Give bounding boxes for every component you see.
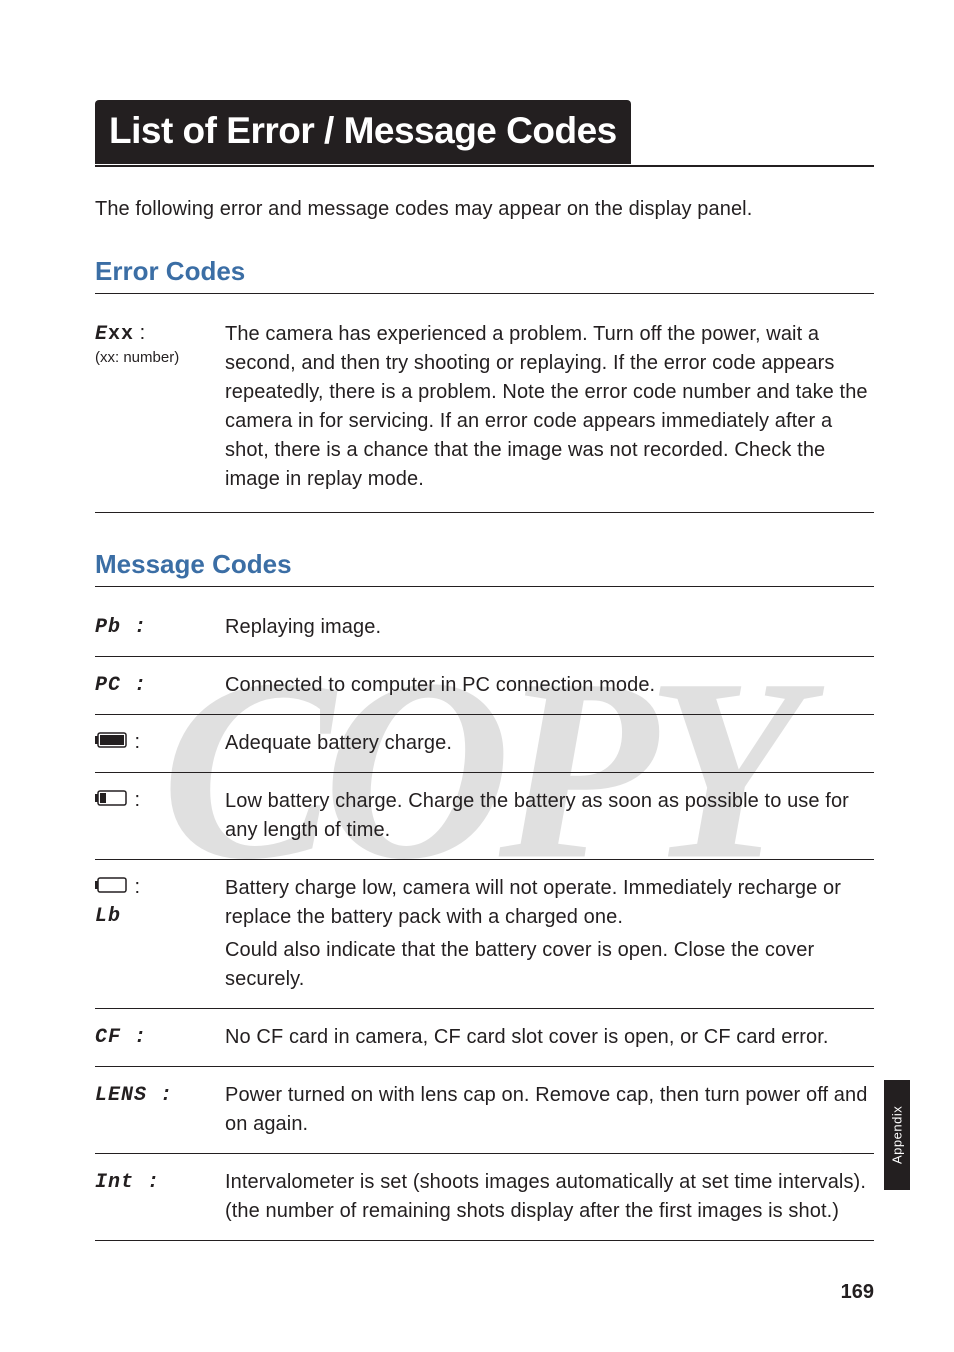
battery-empty-icon xyxy=(95,874,129,901)
page-title-wrap: List of Error / Message Codes xyxy=(95,100,874,167)
colon: : xyxy=(129,876,140,898)
message-desc: Low battery charge. Charge the battery a… xyxy=(225,787,874,845)
seg-code: CF : xyxy=(95,1026,147,1049)
table-row: Int : Intervalometer is set (shoots imag… xyxy=(95,1154,874,1241)
colon: : xyxy=(129,731,140,753)
intro-text: The following error and message codes ma… xyxy=(95,195,874,224)
error-code: Exx xyxy=(95,323,134,346)
message-code-cell: : Lb xyxy=(95,874,225,994)
message-code-cell: Pb : xyxy=(95,613,225,642)
message-desc-line2: Could also indicate that the battery cov… xyxy=(225,936,874,994)
message-desc-line1: Battery charge low, camera will not oper… xyxy=(225,877,841,928)
title-rule xyxy=(95,165,874,167)
page-number: 169 xyxy=(841,1281,874,1304)
table-row: : Adequate battery charge. xyxy=(95,715,874,773)
table-row: LENS : Power turned on with lens cap on.… xyxy=(95,1067,874,1154)
section-heading-error: Error Codes xyxy=(95,256,874,287)
section-heading-message: Message Codes xyxy=(95,549,874,580)
message-desc: Adequate battery charge. xyxy=(225,729,874,758)
table-row: Pb : Replaying image. xyxy=(95,599,874,657)
section-rule xyxy=(95,586,874,587)
message-code-cell: PC : xyxy=(95,671,225,700)
colon: : xyxy=(129,789,140,811)
page-title: List of Error / Message Codes xyxy=(95,100,631,164)
table-row: PC : Connected to computer in PC connect… xyxy=(95,657,874,715)
message-desc: Intervalometer is set (shoots images aut… xyxy=(225,1168,874,1226)
error-code-sub: (xx: number) xyxy=(95,348,217,368)
message-desc: Power turned on with lens cap on. Remove… xyxy=(225,1081,874,1139)
message-code-cell: CF : xyxy=(95,1023,225,1052)
table-row: Exx : (xx: number) The camera has experi… xyxy=(95,306,874,513)
battery-low-icon xyxy=(95,787,129,814)
message-code-cell: Int : xyxy=(95,1168,225,1226)
message-code-cell: LENS : xyxy=(95,1081,225,1139)
battery-full-icon xyxy=(95,729,129,756)
message-code-cell: : xyxy=(95,729,225,758)
seg-code: Pb : xyxy=(95,616,147,639)
seg-code: PC : xyxy=(95,674,147,697)
section-rule xyxy=(95,293,874,294)
table-row: CF : No CF card in camera, CF card slot … xyxy=(95,1009,874,1067)
seg-code: LENS : xyxy=(95,1084,173,1107)
side-tab: Appendix xyxy=(884,1080,910,1190)
message-code-cell: : xyxy=(95,787,225,845)
page-container: List of Error / Message Codes The follow… xyxy=(0,0,954,1352)
error-code-cell: Exx : (xx: number) xyxy=(95,320,225,494)
error-desc: The camera has experienced a problem. Tu… xyxy=(225,320,874,494)
table-row: : Lb Battery charge low, camera will not… xyxy=(95,860,874,1009)
seg-code: Int : xyxy=(95,1171,160,1194)
table-row: : Low battery charge. Charge the battery… xyxy=(95,773,874,860)
spacer xyxy=(95,513,874,549)
message-desc: Battery charge low, camera will not oper… xyxy=(225,874,874,994)
message-desc: No CF card in camera, CF card slot cover… xyxy=(225,1023,874,1052)
message-desc: Connected to computer in PC connection m… xyxy=(225,671,874,700)
message-desc: Replaying image. xyxy=(225,613,874,642)
colon: : xyxy=(134,322,145,344)
seg-code-lb: Lb xyxy=(95,903,217,930)
